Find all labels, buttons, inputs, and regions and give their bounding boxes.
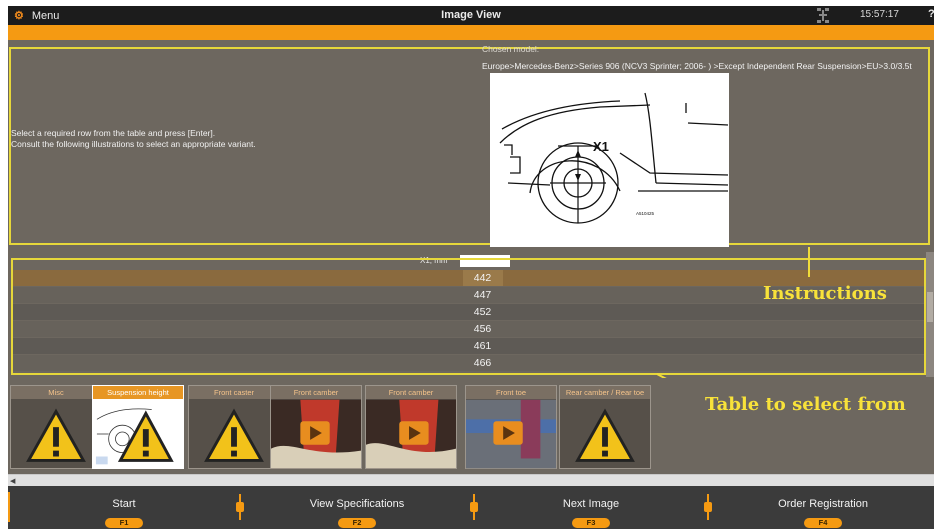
alignment-status-icon: [817, 8, 829, 23]
table-annotation: Table to select from: [705, 394, 906, 415]
thumbnail-label: Front camber: [271, 386, 361, 399]
function-separator: [470, 494, 478, 520]
instructions-pointer-line: [808, 247, 810, 277]
f4-key-badge: F4: [804, 518, 842, 528]
play-icon: [366, 399, 456, 469]
thumbnail-label: Misc: [11, 386, 101, 399]
f1-key-badge: F1: [105, 518, 143, 528]
thumbnail-front-caster[interactable]: Front caster: [188, 385, 280, 469]
play-icon: [466, 399, 556, 469]
start-button[interactable]: Start F1: [10, 486, 238, 529]
title-bar: ⚙ Menu Image View 15:57:17 ?: [8, 6, 934, 25]
chosen-model-label: Chosen model:: [482, 44, 540, 54]
suspension-height-illustration: X1 A510425: [490, 73, 729, 247]
function-separator: [236, 494, 244, 520]
thumbnail-suspension-height[interactable]: Suspension height: [92, 385, 184, 469]
instruction-line-1: Select a required row from the table and…: [11, 128, 216, 138]
warning-icon: [204, 408, 264, 462]
thumbnail-label: Suspension height: [93, 386, 183, 399]
warning-icon: [95, 408, 174, 465]
drawing-code: A510425: [636, 211, 655, 216]
thumbnail-label: Front toe: [466, 386, 556, 399]
next-image-label: Next Image: [562, 498, 620, 510]
order-registration-label: Order Registration: [778, 498, 868, 510]
chosen-model: Chosen model: Europe>Mercedes-Benz>Serie…: [482, 41, 932, 75]
instructions-text: Select a required row from the table and…: [11, 128, 256, 150]
warning-icon: [26, 408, 86, 462]
view-specifications-button[interactable]: View Specifications F2: [244, 486, 470, 529]
warning-icon: [575, 408, 635, 462]
table-scrollbar[interactable]: [926, 252, 934, 377]
thumbnail-label: Front caster: [189, 386, 279, 399]
order-registration-button[interactable]: Order Registration F4: [712, 486, 934, 529]
f3-key-badge: F3: [572, 518, 610, 528]
thumbnail-front-camber-1[interactable]: Front camber: [270, 385, 362, 469]
window-title: Image View: [441, 9, 501, 21]
f2-key-badge: F2: [338, 518, 376, 528]
thumbnail-rear-camber-toe[interactable]: Rear camber / Rear toe: [559, 385, 651, 469]
thumbnail-scrollbar[interactable]: ◀: [8, 474, 934, 486]
thumbnail-front-camber-2[interactable]: Front camber: [365, 385, 457, 469]
clock: 15:57:17: [860, 9, 899, 20]
thumbnail-front-toe[interactable]: Front toe: [465, 385, 557, 469]
table-frame: [11, 258, 926, 375]
start-label: Start: [112, 498, 136, 510]
instruction-line-2: Consult the following illustrations to s…: [11, 139, 256, 149]
status-strip: [8, 25, 934, 40]
table-scrollbar-thumb[interactable]: [927, 292, 933, 322]
dimension-label: X1: [593, 139, 609, 154]
thumbnail-label: Front camber: [366, 386, 456, 399]
scroll-left-icon[interactable]: ◀: [10, 477, 18, 485]
view-specifications-label: View Specifications: [309, 498, 405, 510]
help-button[interactable]: ?: [928, 8, 934, 20]
thumbnail-misc[interactable]: Misc: [10, 385, 102, 469]
instructions-annotation: Instructions: [763, 283, 887, 304]
function-separator: [704, 494, 712, 520]
play-icon: [271, 399, 361, 469]
thumbnail-label: Rear camber / Rear toe: [560, 386, 650, 399]
next-image-button[interactable]: Next Image F3: [478, 486, 704, 529]
car-wheel-drawing: X1 A510425: [499, 92, 729, 224]
